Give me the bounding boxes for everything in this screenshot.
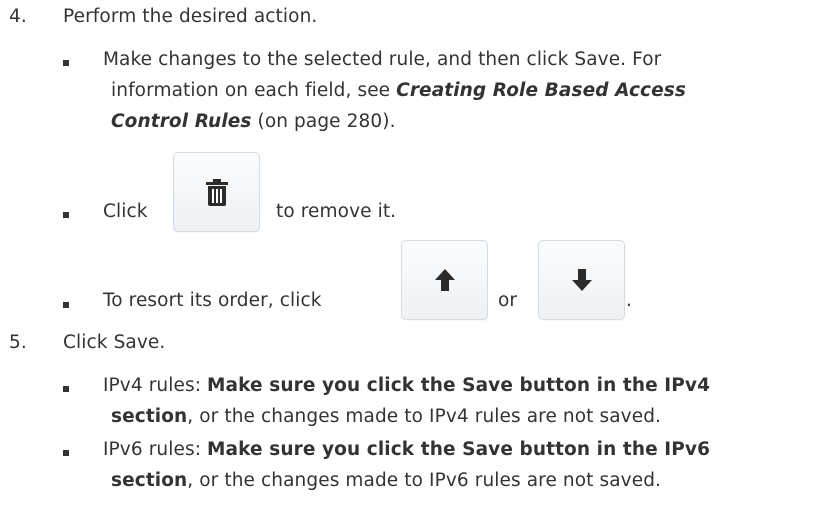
arrow-up-icon <box>434 269 455 291</box>
reorder-period: . <box>626 290 632 311</box>
bullet-marker <box>63 60 69 66</box>
step-number: 4. <box>9 6 27 27</box>
step-text: Perform the desired action. <box>63 6 318 27</box>
delete-instruction-pre: Click <box>103 201 148 222</box>
trash-icon <box>205 179 228 206</box>
ipv6-note-line2: section, or the changes made to IPv6 rul… <box>111 470 662 491</box>
bullet-marker <box>63 212 69 218</box>
edit-instruction-line2: information on each field, see Creating … <box>111 80 686 101</box>
delete-instruction-post: to remove it. <box>276 201 397 222</box>
ipv6-note-line1: IPv6 rules: Make sure you click the Save… <box>103 439 711 460</box>
delete-button[interactable] <box>173 152 260 232</box>
cross-reference-link[interactable]: Creating Role Based Access <box>396 80 686 101</box>
step-number: 5. <box>9 332 27 353</box>
step-text: Click Save. <box>63 332 166 353</box>
edit-instruction-line3: Control Rules (on page 280). <box>111 111 396 132</box>
move-up-button[interactable] <box>401 240 488 320</box>
edit-instruction-line1: Make changes to the selected rule, and t… <box>103 49 662 70</box>
ipv4-note-line1: IPv4 rules: Make sure you click the Save… <box>103 375 711 396</box>
bullet-marker <box>63 450 69 456</box>
reorder-instruction-pre: To resort its order, click <box>103 290 322 311</box>
arrow-down-icon <box>571 269 592 291</box>
cross-reference-link-continued[interactable]: Control Rules <box>111 111 252 132</box>
move-down-button[interactable] <box>538 240 625 320</box>
bullet-marker <box>63 386 69 392</box>
ipv4-note-line2: section, or the changes made to IPv4 rul… <box>111 406 662 427</box>
reorder-or: or <box>498 290 518 311</box>
bullet-marker <box>63 302 69 308</box>
